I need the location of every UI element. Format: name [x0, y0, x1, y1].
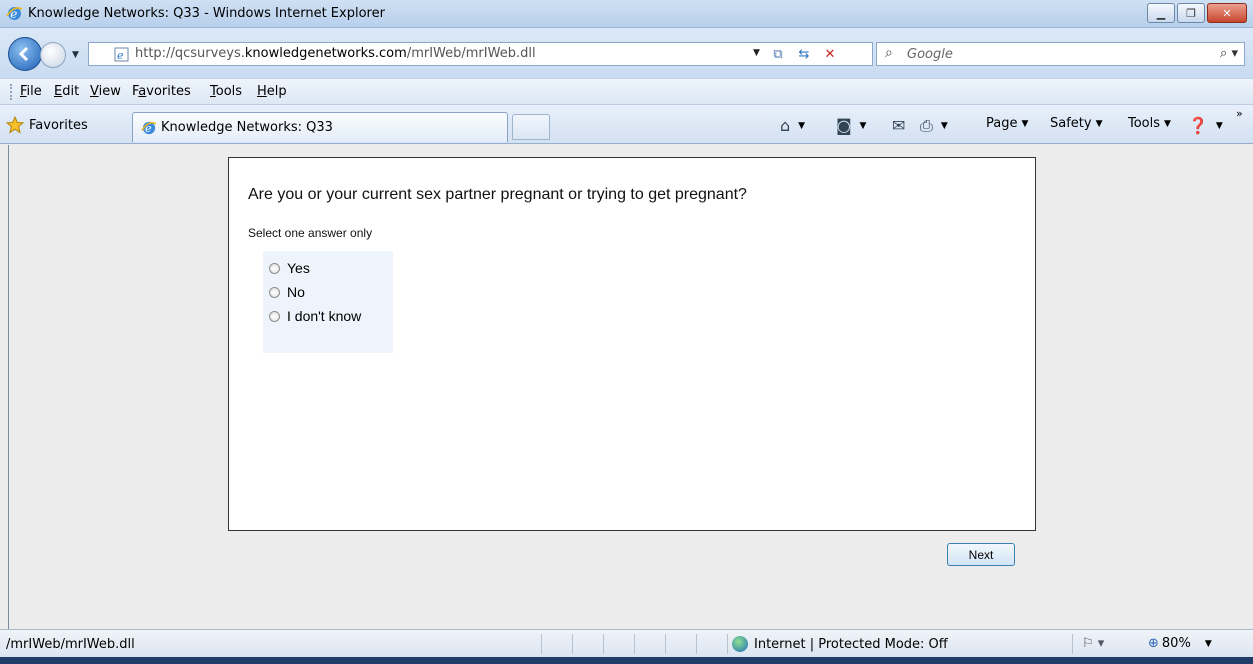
favorites-bar: Favorites e Knowledge Networks: Q33 ⌂ ▼ ◙…: [0, 104, 1253, 144]
menu-view[interactable]: View: [90, 84, 121, 99]
option-label: No: [287, 284, 305, 300]
compatibility-view-icon[interactable]: ⧉: [769, 46, 787, 63]
read-mail-button[interactable]: ✉: [892, 116, 909, 135]
stop-icon[interactable]: ✕: [821, 46, 839, 63]
back-button[interactable]: [8, 37, 42, 71]
search-icon[interactable]: ⌕ ▾: [1220, 46, 1238, 61]
menu-tools[interactable]: Tools: [210, 84, 242, 99]
option-label: I don't know: [287, 308, 362, 324]
menu-bar: File Edit View Favorites Tools Help: [0, 78, 1253, 104]
question-text: Are you or your current sex partner preg…: [248, 186, 747, 203]
address-url: http://qcsurveys.knowledgenetworks.com/m…: [135, 46, 536, 61]
status-bar: /mrIWeb/mrIWeb.dll Internet | Protected …: [0, 629, 1253, 657]
menu-grip[interactable]: [10, 84, 12, 100]
radio-dont-know[interactable]: [269, 310, 280, 322]
favorites-star-icon: [6, 116, 24, 134]
address-dropdown-icon[interactable]: ▼: [753, 48, 760, 58]
toolbar-overflow-icon[interactable]: »: [1236, 107, 1243, 120]
close-button[interactable]: ✕: [1207, 3, 1247, 23]
svg-text:e: e: [117, 49, 124, 62]
status-divider: [665, 634, 666, 654]
print-icon: ⎙: [920, 116, 933, 135]
answer-option-no[interactable]: No: [263, 280, 393, 304]
window-controls: ▁ ❐ ✕: [1145, 3, 1247, 23]
status-divider: [634, 634, 635, 654]
ie-page-icon: e: [114, 47, 129, 62]
zoom-icon: ⊕: [1148, 636, 1159, 651]
refresh-icon[interactable]: ⇆: [795, 46, 813, 63]
tab-knowledge-networks[interactable]: e Knowledge Networks: Q33: [132, 112, 508, 142]
tab-title: Knowledge Networks: Q33: [161, 120, 333, 135]
answer-option-dont-know[interactable]: I don't know: [263, 304, 393, 328]
popup-blocker-icon[interactable]: ⚐ ▾: [1082, 636, 1104, 651]
address-toolbar: ▼ e http://qcsurveys.knowledgenetworks.c…: [0, 28, 1253, 78]
status-divider: [727, 634, 728, 654]
next-button[interactable]: Next: [947, 543, 1015, 566]
status-divider: [572, 634, 573, 654]
tools-menu[interactable]: Tools ▼: [1128, 116, 1171, 131]
menu-help[interactable]: Help: [257, 84, 287, 99]
page-content: Are you or your current sex partner preg…: [8, 145, 1253, 629]
search-provider-icon: ⌕: [885, 45, 893, 61]
answer-options: Yes No I don't know: [263, 251, 393, 353]
minimize-button[interactable]: ▁: [1147, 3, 1175, 23]
ie-logo-icon: e: [141, 121, 157, 135]
radio-yes[interactable]: [269, 262, 280, 274]
search-box[interactable]: ⌕ Google ⌕ ▾: [876, 42, 1245, 66]
help-button[interactable]: ❓ ▼: [1188, 116, 1223, 135]
search-input[interactable]: Google: [907, 47, 953, 62]
restore-button[interactable]: ❐: [1177, 3, 1205, 23]
home-icon: ⌂: [780, 116, 791, 135]
answer-option-yes[interactable]: Yes: [263, 256, 393, 280]
address-bar[interactable]: e http://qcsurveys.knowledgenetworks.com…: [88, 42, 873, 66]
feeds-icon: ◙: [836, 116, 852, 135]
instruction-text: Select one answer only: [248, 226, 373, 240]
zoom-dropdown-icon[interactable]: ▼: [1205, 639, 1212, 649]
menu-favorites[interactable]: Favorites: [132, 84, 191, 99]
new-tab-button[interactable]: [512, 114, 550, 140]
globe-icon: [732, 636, 748, 652]
mail-icon: ✉: [892, 116, 906, 135]
favorites-button[interactable]: Favorites: [6, 114, 88, 136]
status-link-text: /mrIWeb/mrIWeb.dll: [6, 637, 135, 652]
menu-file[interactable]: File: [20, 84, 42, 99]
status-divider: [696, 634, 697, 654]
status-divider: [1072, 634, 1073, 654]
print-button[interactable]: ⎙ ▼: [920, 116, 948, 136]
survey-card: Are you or your current sex partner preg…: [228, 157, 1036, 531]
ie-logo-icon: e: [6, 7, 23, 21]
feeds-button[interactable]: ◙ ▼: [836, 116, 866, 135]
status-divider: [603, 634, 604, 654]
radio-no[interactable]: [269, 286, 280, 298]
forward-button[interactable]: [40, 42, 66, 68]
safety-menu[interactable]: Safety ▼: [1050, 116, 1103, 131]
status-divider: [541, 634, 542, 654]
home-button[interactable]: ⌂ ▼: [780, 116, 805, 135]
window-title: Knowledge Networks: Q33 - Windows Intern…: [28, 6, 385, 21]
help-icon: ❓: [1188, 116, 1208, 135]
zoom-control[interactable]: ⊕ 80% ▼: [1148, 636, 1212, 651]
history-dropdown-icon[interactable]: ▼: [72, 50, 79, 60]
title-bar: e Knowledge Networks: Q33 - Windows Inte…: [0, 0, 1253, 28]
page-menu[interactable]: Page ▼: [986, 116, 1028, 131]
option-label: Yes: [287, 260, 310, 276]
menu-edit[interactable]: Edit: [54, 84, 79, 99]
back-icon: [18, 46, 29, 62]
security-zone[interactable]: Internet | Protected Mode: Off: [732, 636, 948, 652]
taskbar-strip: [0, 657, 1253, 664]
